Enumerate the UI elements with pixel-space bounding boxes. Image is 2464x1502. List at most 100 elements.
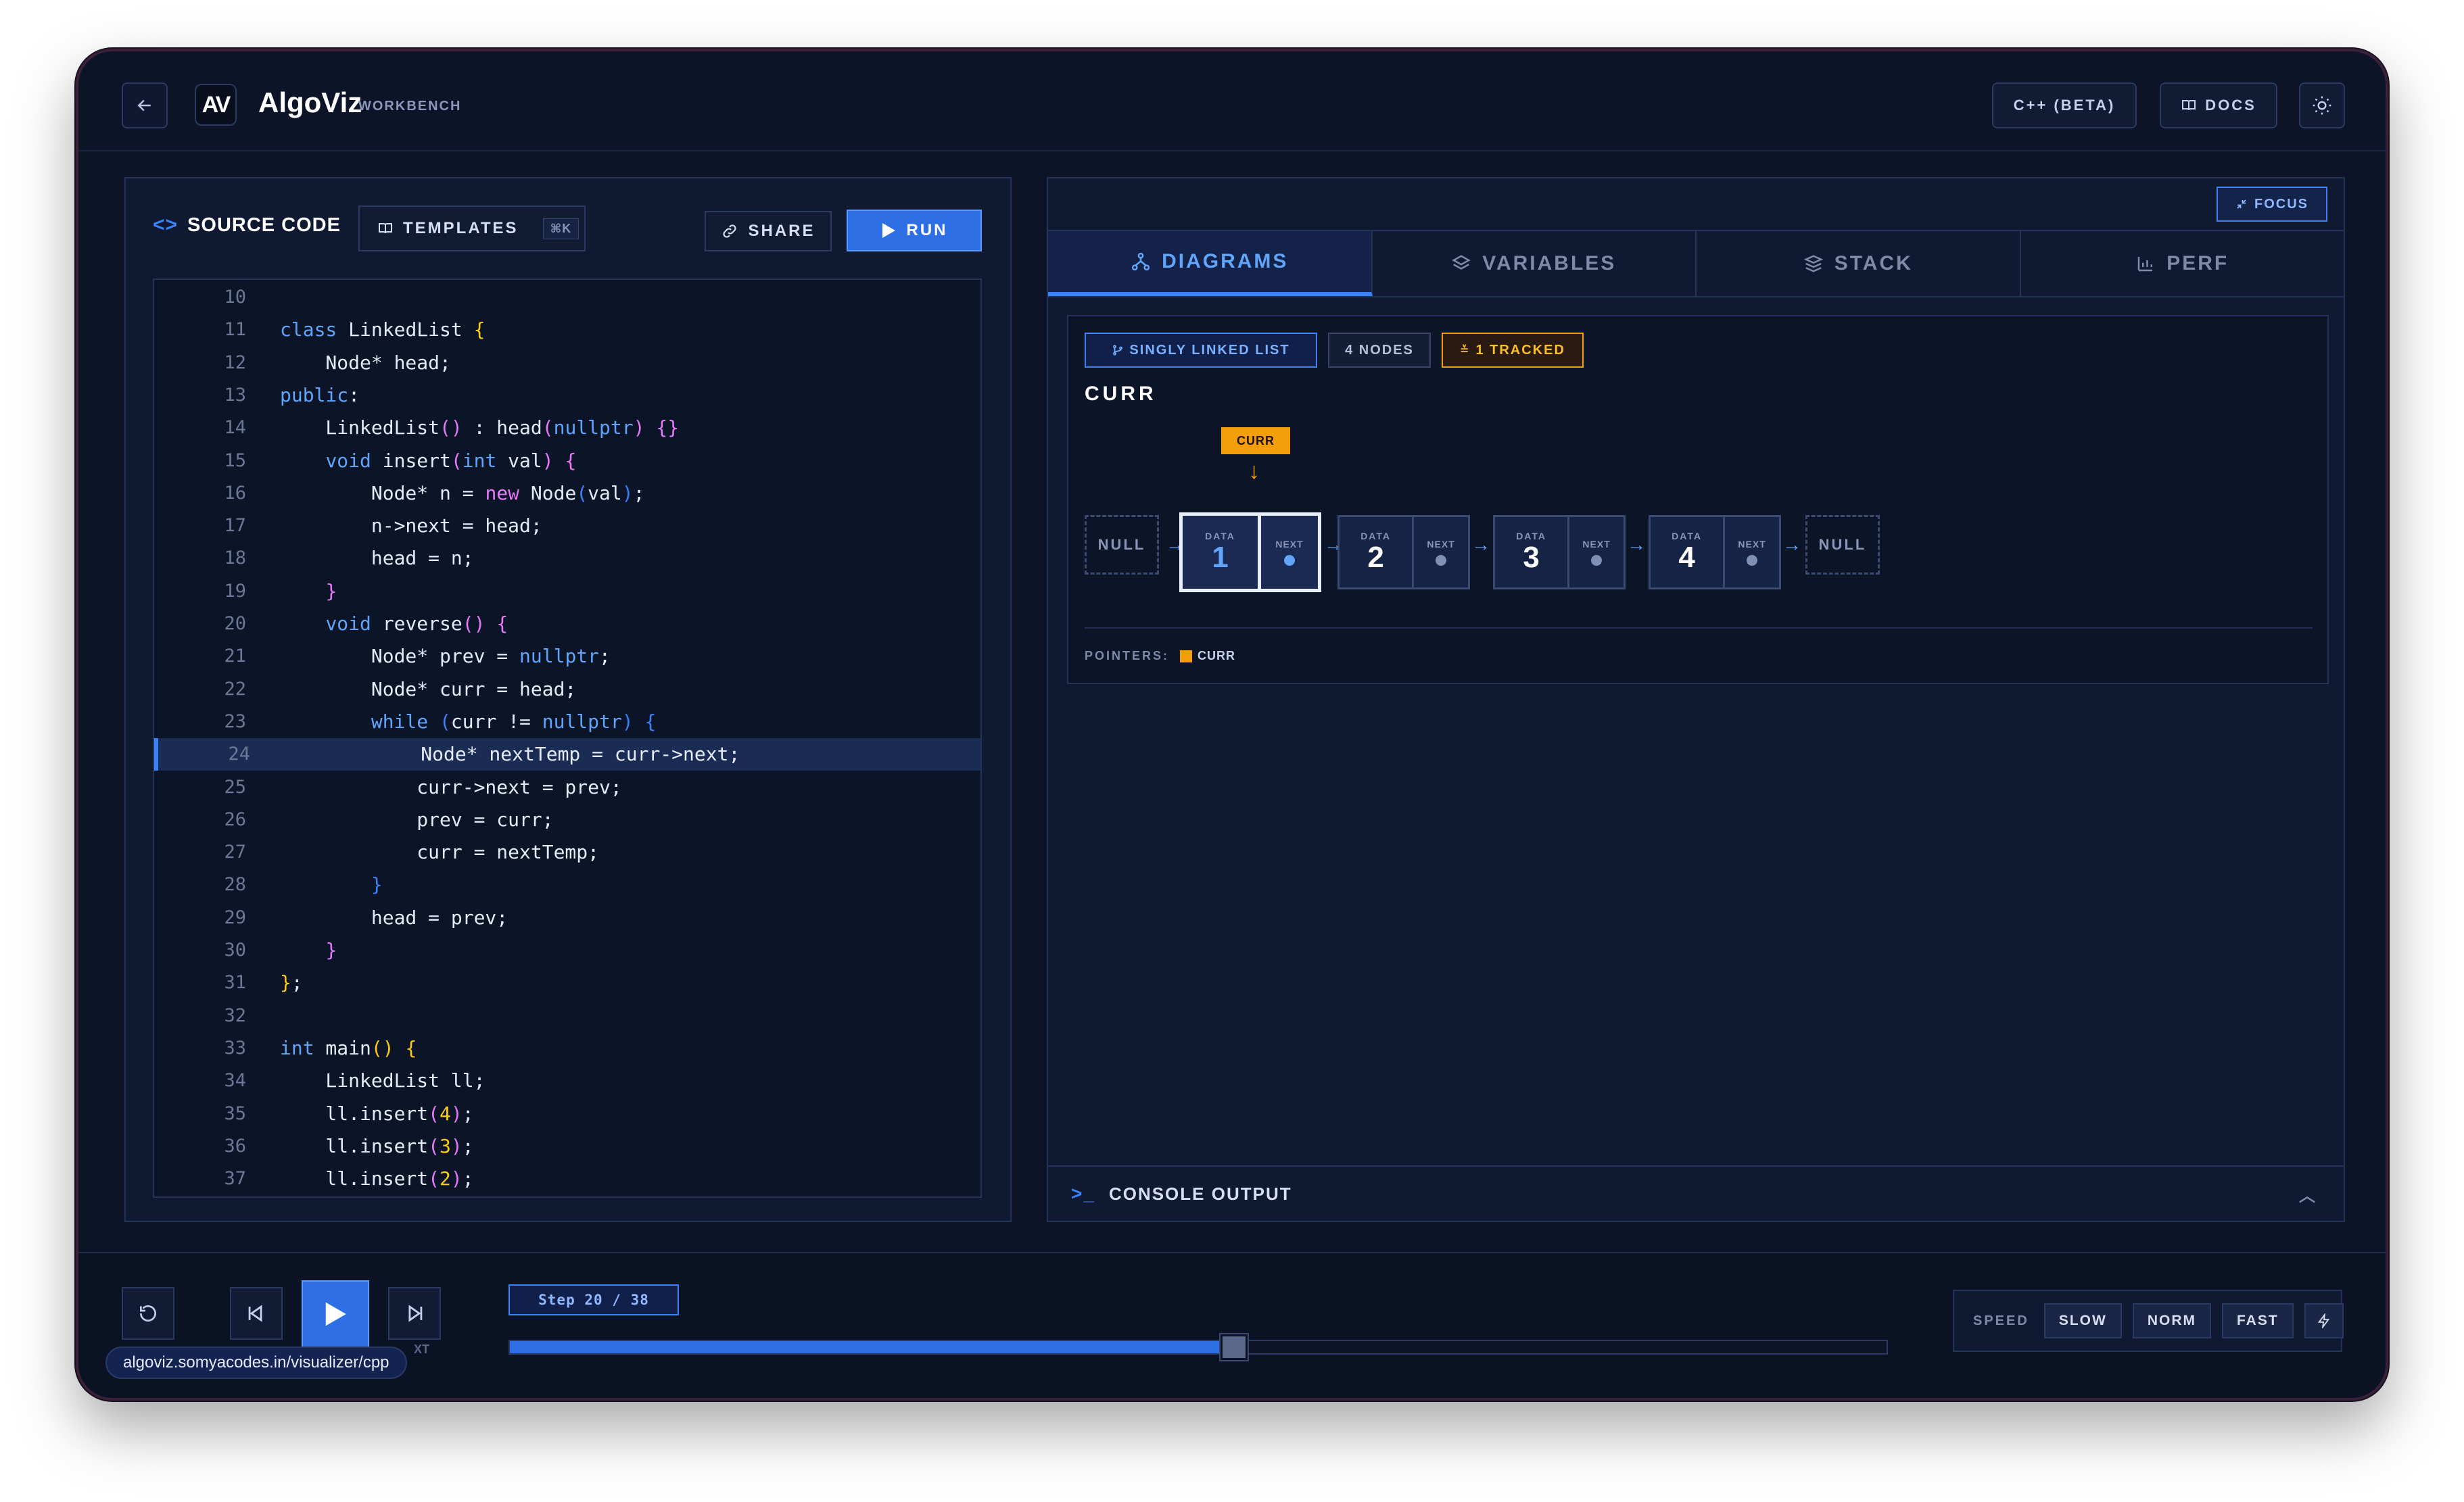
node-next-label: NEXT <box>1582 539 1611 550</box>
legend-label: POINTERS: <box>1085 649 1170 662</box>
line-number: 31 <box>224 972 246 994</box>
node-data-label: DATA <box>1205 531 1235 541</box>
code-text: n->next = head; <box>280 514 542 537</box>
line-number: 24 <box>228 744 250 765</box>
code-brackets-icon: <> <box>153 214 179 236</box>
speed-fast-button[interactable]: FAST <box>2221 1303 2294 1338</box>
null-head: NULL <box>1085 515 1159 575</box>
code-text: } <box>371 873 383 896</box>
tab-diagrams[interactable]: DIAGRAMS <box>1048 231 1373 296</box>
turbo-button[interactable] <box>2304 1303 2344 1338</box>
list-node[interactable]: DATA 3 NEXT <box>1493 515 1626 589</box>
app-title: AlgoViz <box>258 87 362 118</box>
share-button[interactable]: SHARE <box>705 211 832 251</box>
node-next-label: NEXT <box>1738 539 1766 550</box>
line-number: 20 <box>224 613 246 634</box>
step-back-icon <box>248 1305 262 1322</box>
app-logo: AV <box>195 84 237 126</box>
branch-icon <box>1113 345 1123 356</box>
speed-slow-button[interactable]: SLOW <box>2043 1303 2122 1338</box>
play-button[interactable] <box>302 1280 369 1348</box>
code-text: class LinkedList { <box>280 318 485 341</box>
list-node[interactable]: DATA 1 NEXT <box>1179 512 1321 592</box>
run-button[interactable]: RUN <box>847 210 982 251</box>
focus-label: FOCUS <box>2254 196 2308 212</box>
tab-variables[interactable]: VARIABLES <box>1372 231 1697 296</box>
code-line: 12 Node* head; <box>154 347 980 379</box>
link-arrow-icon: → <box>1627 534 1646 555</box>
legend-divider <box>1085 627 2313 629</box>
line-number: 26 <box>224 808 246 830</box>
progress-thumb[interactable] <box>1218 1333 1249 1361</box>
pointer-dot-icon <box>1591 555 1603 566</box>
line-number: 22 <box>224 678 246 700</box>
minimize-icon <box>2237 199 2246 209</box>
code-text: head = n; <box>280 547 474 570</box>
list-node[interactable]: DATA 2 NEXT <box>1337 515 1470 589</box>
line-number: 12 <box>224 352 246 373</box>
share-label: SHARE <box>748 222 815 240</box>
line-number: 10 <box>224 287 246 308</box>
code-text: curr = nextTemp; <box>280 841 600 864</box>
line-number: 14 <box>224 417 246 439</box>
console-label: CONSOLE OUTPUT <box>1108 1183 1292 1204</box>
reset-button[interactable] <box>122 1287 174 1340</box>
code-text: }; <box>280 971 303 994</box>
link-preview-tooltip: algoviz.somyacodes.in/visualizer/cpp <box>105 1347 407 1379</box>
theme-toggle-button[interactable] <box>2299 82 2345 128</box>
tab-stack[interactable]: STACK <box>1697 231 2021 296</box>
docs-button[interactable]: DOCS <box>2160 82 2277 128</box>
back-button[interactable] <box>122 82 168 128</box>
book-icon <box>2182 100 2196 111</box>
speed-norm-button[interactable]: NORM <box>2132 1303 2211 1338</box>
node-value: 3 <box>1523 541 1540 574</box>
templates-shortcut: ⌘K <box>542 218 579 239</box>
list-node[interactable]: DATA 4 NEXT <box>1649 515 1781 589</box>
pointer-badge-curr: CURR <box>1221 427 1290 454</box>
tab-perf[interactable]: PERF <box>2020 231 2344 296</box>
code-line: 14 LinkedList() : head(nullptr) {} <box>154 412 980 444</box>
code-panel: <> SOURCE CODE TEMPLATES ⌘K SHARE RUN 10… <box>124 177 1012 1222</box>
code-line: 30 } <box>154 934 980 967</box>
play-icon <box>325 1302 346 1326</box>
console-output-bar[interactable]: >_ CONSOLE OUTPUT ︿ <box>1048 1165 2344 1221</box>
link-arrow-icon: → <box>1471 534 1490 555</box>
code-text: Node* curr = head; <box>280 677 577 700</box>
focus-button[interactable]: FOCUS <box>2217 187 2327 222</box>
step-forward-icon <box>408 1305 423 1322</box>
node-data: DATA 3 <box>1495 517 1570 587</box>
chevron-up-icon[interactable]: ︿ <box>2299 1182 2317 1206</box>
stack-icon <box>1803 255 1824 272</box>
line-number: 34 <box>224 1070 246 1092</box>
node-count-label: 4 NODES <box>1345 342 1414 358</box>
variable-title: CURR <box>1085 383 1157 405</box>
code-panel-header: <> SOURCE CODE TEMPLATES ⌘K SHARE RUN <box>126 178 1010 273</box>
progress-slider[interactable] <box>508 1333 1888 1361</box>
code-editor[interactable]: 10 11 class LinkedList {12 Node* head; 13 pu… <box>153 278 982 1198</box>
node-data-label: DATA <box>1672 531 1702 541</box>
language-button[interactable]: C++ (BETA) <box>1992 82 2137 128</box>
step-forward-button[interactable] <box>388 1287 441 1340</box>
app-subtitle: WORKBENCH <box>358 99 462 114</box>
code-line: 19 } <box>154 575 980 608</box>
arrow-left-icon <box>137 99 151 112</box>
line-number: 30 <box>224 940 246 961</box>
line-number: 19 <box>224 580 246 602</box>
code-text: public: <box>280 383 360 406</box>
code-line: 35 ll.insert(4); <box>154 1098 980 1130</box>
linked-list-diagram: SINGLY LINKED LIST 4 NODES ≚ 1 TRACKED C… <box>1067 315 2329 684</box>
code-line: 18 head = n; <box>154 542 980 575</box>
visualization-panel: FOCUS DIAGRAMS VARIABLES STACK PERF SING… <box>1047 177 2345 1222</box>
progress-fill <box>510 1341 1234 1353</box>
tab-perf-label: PERF <box>2166 252 2229 274</box>
line-number: 37 <box>224 1168 246 1190</box>
docs-label: DOCS <box>2205 97 2256 114</box>
terminal-icon: >_ <box>1071 1183 1095 1204</box>
code-text: while (curr != nullptr) { <box>371 710 657 733</box>
line-number: 11 <box>224 319 246 341</box>
templates-button[interactable]: TEMPLATES ⌘K <box>358 205 586 251</box>
step-back-button[interactable] <box>230 1287 283 1340</box>
code-text: Node* prev = nullptr; <box>280 645 611 668</box>
run-label: RUN <box>906 221 948 239</box>
play-icon <box>882 223 895 238</box>
